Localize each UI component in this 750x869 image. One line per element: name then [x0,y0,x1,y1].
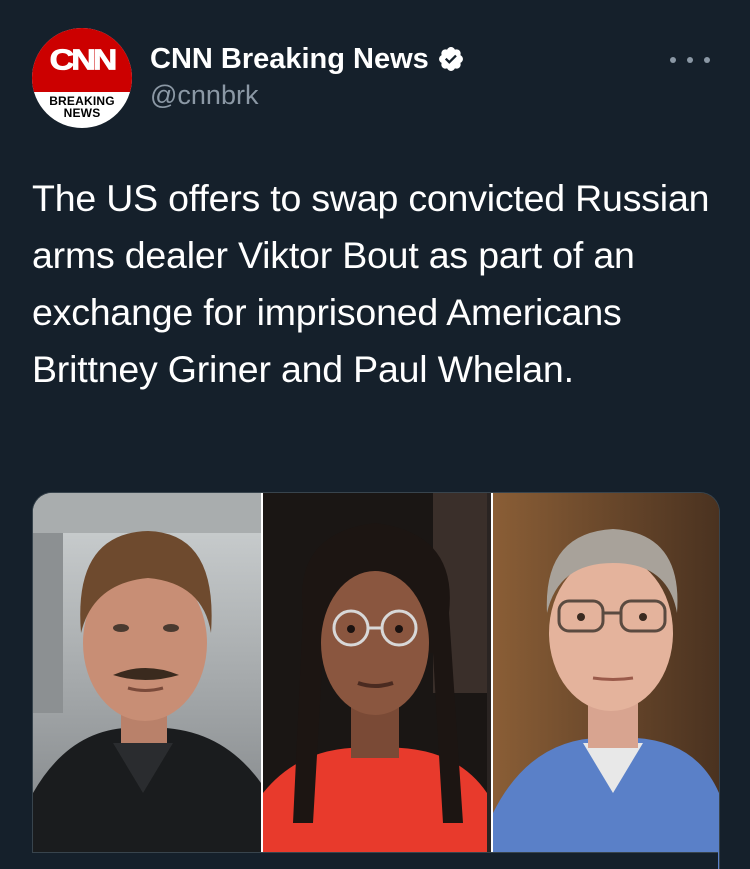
photo-paul-whelan[interactable] [493,493,719,869]
more-options-icon[interactable] [670,50,710,70]
photo-viktor-bout[interactable] [33,493,261,869]
avatar[interactable]: CNN BREAKING NEWS [32,28,132,128]
cnn-logo-text: CNN [49,43,118,76]
tweet-header: CNN BREAKING NEWS CNN Breaking News @cnn… [32,28,718,128]
photo-brittney-griner[interactable] [261,493,493,869]
photo-brittney-griner-image [263,493,487,869]
dot [704,57,710,63]
display-name-row: CNN Breaking News [150,42,465,76]
news-label: NEWS [63,106,101,120]
tweet-media[interactable] [32,492,720,869]
account-names: CNN Breaking News @cnnbrk [150,42,465,112]
dot [687,57,693,63]
display-name[interactable]: CNN Breaking News [150,42,429,76]
media-bottom-edge [32,852,718,869]
breaking-news-badge: BREAKING NEWS [32,92,132,128]
account-handle[interactable]: @cnnbrk [150,78,465,112]
tweet-text: The US offers to swap convicted Russian … [32,177,710,390]
dot [670,57,676,63]
verified-badge-icon [438,47,463,71]
cnn-logo: CNN [32,28,132,92]
photo-viktor-bout-image [33,493,261,869]
photo-paul-whelan-image [493,493,719,869]
